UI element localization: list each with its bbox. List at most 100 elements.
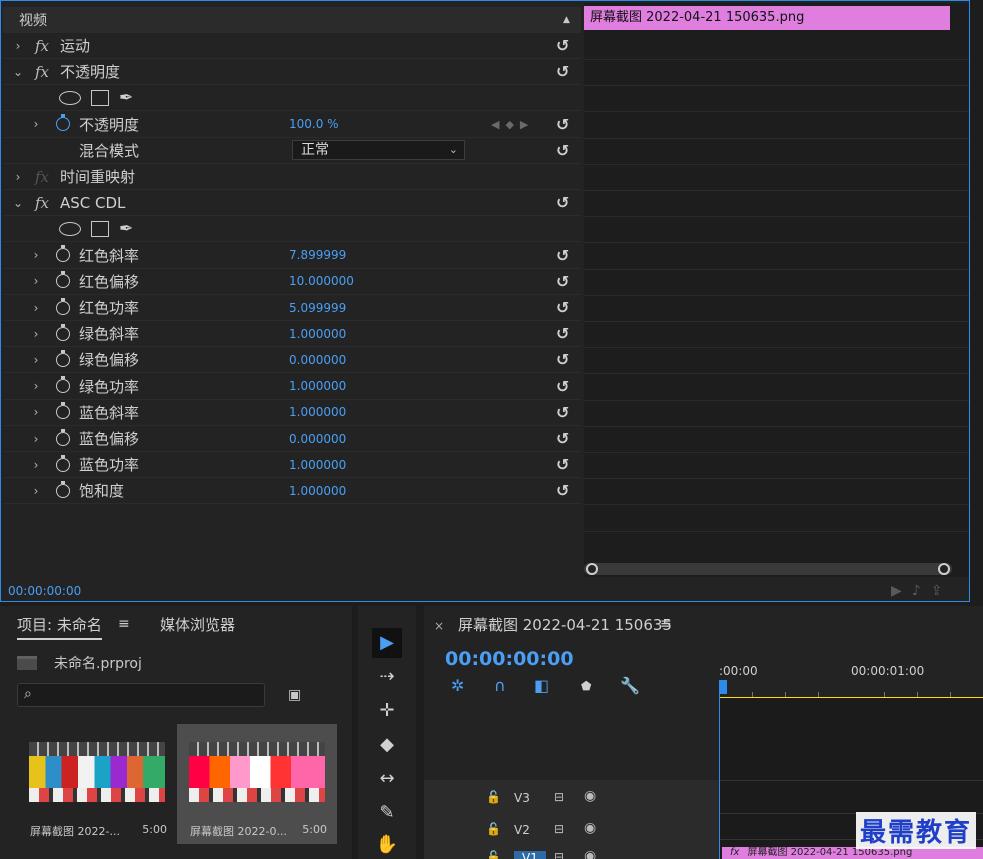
ellipse-mask-icon[interactable] [59,90,81,105]
effect-mini-timeline[interactable]: 屏幕截图 2022-04-21 150635.png [584,3,969,577]
chevron-right-icon[interactable]: › [30,405,42,419]
stopwatch-icon[interactable] [56,245,70,263]
stopwatch-icon[interactable] [56,114,70,132]
snap-magnet-icon[interactable]: ∩ [494,676,506,695]
chevron-right-icon[interactable]: › [30,301,42,315]
chevron-right-icon[interactable]: › [30,379,42,393]
keyframe-navigator-icon[interactable]: ◀◆▶ [491,118,534,131]
pen-tool-icon[interactable]: ✎ [372,798,402,828]
slip-tool-icon[interactable]: ↔ [372,764,402,794]
rectangle-mask-icon[interactable] [91,220,109,237]
stopwatch-icon[interactable] [56,376,70,394]
reset-icon[interactable]: ↺ [556,298,569,317]
parameter-value[interactable]: 100.0 % [289,117,339,131]
reset-icon[interactable]: ↺ [556,324,569,343]
mini-timeline-clip[interactable]: 屏幕截图 2022-04-21 150635.png [584,6,950,30]
sync-lock-icon[interactable]: ⊟ [554,822,564,836]
effect-controls-timecode[interactable]: 00:00:00:00 [8,584,81,598]
new-bin-icon[interactable]: ▣ [288,687,301,703]
parameter-value[interactable]: 1.000000 [289,484,346,498]
nest-icon[interactable]: ✲ [451,676,464,695]
tab-project[interactable]: 项目: 未命名 [17,614,102,640]
chevron-right-icon[interactable]: › [30,458,42,472]
fx-toggle-icon[interactable]: fx [35,63,49,81]
panel-menu-icon[interactable]: ≡ [118,616,130,632]
track-select-tool-icon[interactable]: ⇢ [372,662,402,692]
chevron-right-icon[interactable]: › [12,39,24,53]
linked-selection-icon[interactable]: ◧ [534,676,549,695]
close-icon[interactable]: × [434,619,444,633]
parameter-value[interactable]: 10.000000 [289,274,354,288]
reset-icon[interactable]: ↺ [556,481,569,500]
chevron-right-icon[interactable]: › [30,248,42,262]
lock-icon[interactable]: 🔓 [486,790,501,804]
mini-timeline-scrollbar[interactable] [584,563,952,575]
stopwatch-icon[interactable] [56,297,70,315]
panel-menu-icon[interactable]: ≡ [660,616,672,632]
eye-icon[interactable]: ◉ [584,820,596,836]
chevron-right-icon[interactable]: › [30,484,42,498]
fx-toggle-icon[interactable]: fx [35,168,49,186]
timeline-timecode[interactable]: 00:00:00:00 [445,648,574,670]
scroll-start-handle[interactable] [586,563,598,575]
parameter-value[interactable]: 1.000000 [289,458,346,472]
razor-tool-icon[interactable]: ◆ [372,730,402,760]
track-name[interactable]: V2 [514,823,530,837]
stopwatch-icon[interactable] [56,480,70,498]
reset-icon[interactable]: ↺ [556,403,569,422]
track-name[interactable]: V3 [514,791,530,805]
pen-mask-icon[interactable]: ✒ [119,88,133,108]
parameter-value[interactable]: 1.000000 [289,405,346,419]
chevron-right-icon[interactable]: › [30,353,42,367]
chevron-right-icon[interactable]: › [30,117,42,131]
collapse-arrow-icon[interactable]: ▲ [563,15,570,25]
timeline-sequence-title[interactable]: 屏幕截图 2022-04-21 150635 [458,614,672,635]
selection-tool-icon[interactable]: ▶ [372,628,402,658]
project-search-input[interactable]: ⌕ [17,683,265,707]
stopwatch-icon[interactable] [56,428,70,446]
stopwatch-icon[interactable] [56,349,70,367]
reset-icon[interactable]: ↺ [556,377,569,396]
chevron-right-icon[interactable]: › [30,274,42,288]
eye-icon[interactable]: ◉ [584,788,596,804]
reset-icon[interactable]: ↺ [556,141,569,160]
lock-icon[interactable]: 🔓 [486,850,501,859]
parameter-value[interactable]: 7.899999 [289,248,346,262]
stopwatch-icon[interactable] [56,323,70,341]
reset-icon[interactable]: ↺ [556,115,569,134]
pen-mask-icon[interactable]: ✒ [119,219,133,239]
reset-icon[interactable]: ↺ [556,193,569,212]
project-item-2[interactable]: 屏幕截图 2022-0... 5:00 [177,724,337,844]
play-audio-icon[interactable]: ▶♪ [891,583,931,599]
reset-icon[interactable]: ↺ [556,62,569,81]
reset-icon[interactable]: ↺ [556,272,569,291]
hand-tool-icon[interactable]: ✋ [372,830,402,859]
tab-media-browser[interactable]: 媒体浏览器 [160,614,235,635]
parameter-value[interactable]: 0.000000 [289,432,346,446]
fx-toggle-icon[interactable]: fx [35,194,49,212]
reset-icon[interactable]: ↺ [556,350,569,369]
chevron-right-icon[interactable]: › [12,170,24,184]
reset-icon[interactable]: ↺ [556,455,569,474]
scroll-end-handle[interactable] [938,563,950,575]
stopwatch-icon[interactable] [56,402,70,420]
chevron-right-icon[interactable]: › [30,432,42,446]
ripple-edit-tool-icon[interactable]: ✛ [372,696,402,726]
reset-icon[interactable]: ↺ [556,429,569,448]
eye-icon[interactable]: ◉ [584,848,596,859]
export-icon[interactable]: ⇪ [931,583,953,599]
playhead-handle[interactable] [719,680,727,694]
parameter-value[interactable]: 0.000000 [289,353,346,367]
sync-lock-icon[interactable]: ⊟ [554,850,564,859]
parameter-value[interactable]: 5.099999 [289,301,346,315]
chevron-right-icon[interactable]: › [30,327,42,341]
wrench-icon[interactable]: 🔧 [620,676,640,695]
stopwatch-icon[interactable] [56,271,70,289]
chevron-down-icon[interactable]: ⌄ [12,65,24,79]
parameter-value[interactable]: 1.000000 [289,327,346,341]
lock-icon[interactable]: 🔓 [486,822,501,836]
add-marker-icon[interactable]: ⬟ [581,679,591,693]
parameter-value[interactable]: 1.000000 [289,379,346,393]
stopwatch-icon[interactable] [56,454,70,472]
project-item-1[interactable]: 屏幕截图 2022-... 5:00 [17,724,177,844]
